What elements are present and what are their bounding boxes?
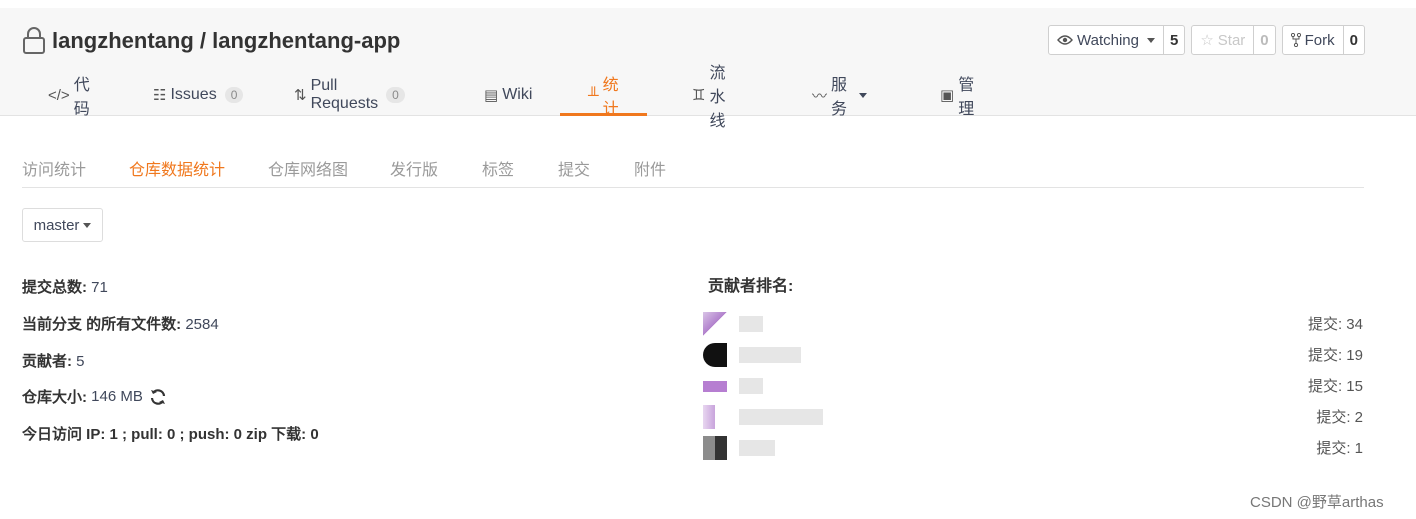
stat-size: 仓库大小: 146 MB <box>22 386 167 407</box>
fork-label: Fork <box>1304 31 1335 49</box>
repo-name-link[interactable]: langzhentang-app <box>212 28 400 54</box>
stat-size-value: 146 MB <box>87 388 143 405</box>
pipeline-icon: ♊ <box>692 87 706 104</box>
subnav-commits[interactable]: 提交 <box>558 156 590 180</box>
pull-requests-count-badge: 0 <box>386 87 405 103</box>
subnav-visits[interactable]: 访问统计 <box>22 156 86 180</box>
subnav-releases[interactable]: 发行版 <box>390 156 438 180</box>
tab-manage-label: 管理 <box>958 77 975 118</box>
contributor-commit-count: 提交: 19 <box>1307 347 1363 364</box>
stat-contributors-label: 贡献者: <box>22 353 72 370</box>
repo-owner-link[interactable]: langzhentang <box>52 28 194 54</box>
stat-files-value: 2584 <box>181 316 219 333</box>
repo-header: langzhentang / langzhentang-app Watching… <box>0 8 1416 130</box>
tab-issues-label: Issues <box>170 86 217 103</box>
contributor-row: 提交: 2 <box>703 403 1363 429</box>
tab-pull-requests[interactable]: ⇅ Pull Requests 0 <box>294 74 405 116</box>
fork-count[interactable]: 0 <box>1342 26 1364 54</box>
repo-actions: Watching 5 ☆ Star 0 Fork 0 <box>1048 25 1365 55</box>
stat-commits-value: 71 <box>87 279 108 296</box>
contributor-name-redacted[interactable] <box>739 316 763 332</box>
contributor-name-redacted[interactable] <box>739 347 801 363</box>
fork-icon <box>1290 33 1301 47</box>
watermark: CSDN @野草arthas <box>1250 494 1384 511</box>
contributor-commit-count: 提交: 2 <box>1316 409 1363 426</box>
contributor-commit-count: 提交: 34 <box>1307 316 1363 333</box>
tab-code[interactable]: </> 代码 <box>48 74 90 118</box>
stats-subnav: 访问统计 仓库数据统计 仓库网络图 发行版 标签 提交 附件 <box>22 146 1364 188</box>
tab-stats-label: 统计 <box>602 77 619 118</box>
star-icon: ☆ <box>1200 32 1214 49</box>
stat-today-visits: 今日访问 IP: 1 ; pull: 0 ; push: 0 zip 下载: 0 <box>22 423 319 444</box>
code-icon: </> <box>48 86 70 104</box>
stats-icon: ╨ <box>588 86 599 104</box>
issues-icon: ☷ <box>153 87 167 104</box>
lock-icon <box>23 27 45 54</box>
branch-label: master <box>33 216 80 234</box>
stat-contributors-value: 5 <box>72 353 85 370</box>
refresh-icon[interactable] <box>149 388 167 406</box>
star-label: Star <box>1217 31 1246 49</box>
stat-commits: 提交总数: 71 <box>22 276 108 297</box>
avatar[interactable] <box>703 312 727 336</box>
wiki-icon: ▤ <box>484 87 499 104</box>
star-button[interactable]: ☆ Star 0 <box>1191 25 1276 55</box>
avatar[interactable] <box>703 436 727 460</box>
caret-down-icon <box>859 92 868 98</box>
stat-today-label: 今日访问 IP: 1 ; pull: 0 ; push: 0 zip 下载: 0 <box>22 426 319 443</box>
subnav-attachments[interactable]: 附件 <box>634 156 666 180</box>
contributor-commit-count: 提交: 15 <box>1307 378 1363 395</box>
stat-contributors: 贡献者: 5 <box>22 350 85 371</box>
tab-pipeline[interactable]: ♊ 流水线 <box>692 65 725 130</box>
tab-pipeline-label: 流水线 <box>709 65 726 130</box>
contributor-name-redacted[interactable] <box>739 409 823 425</box>
stat-files: 当前分支 的所有文件数: 2584 <box>22 313 219 334</box>
stat-commits-label: 提交总数: <box>22 279 87 296</box>
stat-size-label: 仓库大小: <box>22 389 87 406</box>
subnav-tags[interactable]: 标签 <box>482 156 514 180</box>
tab-pull-requests-label: Pull Requests <box>310 77 379 112</box>
tab-wiki[interactable]: ▤ Wiki <box>484 74 532 116</box>
pull-request-icon: ⇅ <box>294 87 307 104</box>
subnav-repo-data[interactable]: 仓库数据统计 <box>129 156 225 180</box>
subnav-network[interactable]: 仓库网络图 <box>268 156 348 180</box>
manage-icon: ▣ <box>940 87 955 104</box>
tab-stats[interactable]: ╨ 统计 <box>560 74 647 118</box>
avatar[interactable] <box>703 405 727 429</box>
contributor-row: 提交: 15 <box>703 372 1363 398</box>
caret-down-icon <box>1146 37 1155 43</box>
repo-title: langzhentang / langzhentang-app <box>22 26 400 56</box>
avatar[interactable] <box>703 374 727 398</box>
contributor-commit-count: 提交: 1 <box>1316 440 1363 457</box>
issues-count-badge: 0 <box>224 87 244 103</box>
caret-down-icon <box>83 222 92 228</box>
contributor-row: 提交: 19 <box>703 341 1363 367</box>
stat-files-label: 当前分支 的所有文件数: <box>22 316 182 333</box>
tab-service-label: 服务 <box>831 77 848 118</box>
watching-button[interactable]: Watching 5 <box>1048 25 1186 55</box>
repo-separator: / <box>193 28 213 53</box>
contributors-title: 贡献者排名: <box>708 278 794 295</box>
star-count[interactable]: 0 <box>1253 26 1274 54</box>
fork-button[interactable]: Fork 0 <box>1281 25 1365 55</box>
tab-service[interactable]: 〰 服务 <box>812 74 868 118</box>
eye-icon <box>1057 35 1073 45</box>
tab-manage[interactable]: ▣ 管理 <box>940 74 975 118</box>
watching-count[interactable]: 5 <box>1162 26 1184 54</box>
service-icon: 〰 <box>812 87 828 105</box>
tab-wiki-label: Wiki <box>502 86 533 103</box>
contributor-name-redacted[interactable] <box>739 440 775 456</box>
tab-issues[interactable]: ☷ Issues 0 <box>153 74 244 116</box>
contributor-row: 提交: 34 <box>703 310 1363 336</box>
avatar[interactable] <box>703 343 727 367</box>
tab-code-label: 代码 <box>73 77 90 118</box>
contributor-row: 提交: 1 <box>703 434 1363 460</box>
watching-label: Watching <box>1077 31 1139 49</box>
branch-select[interactable]: master <box>22 208 103 242</box>
contributor-name-redacted[interactable] <box>739 378 763 394</box>
